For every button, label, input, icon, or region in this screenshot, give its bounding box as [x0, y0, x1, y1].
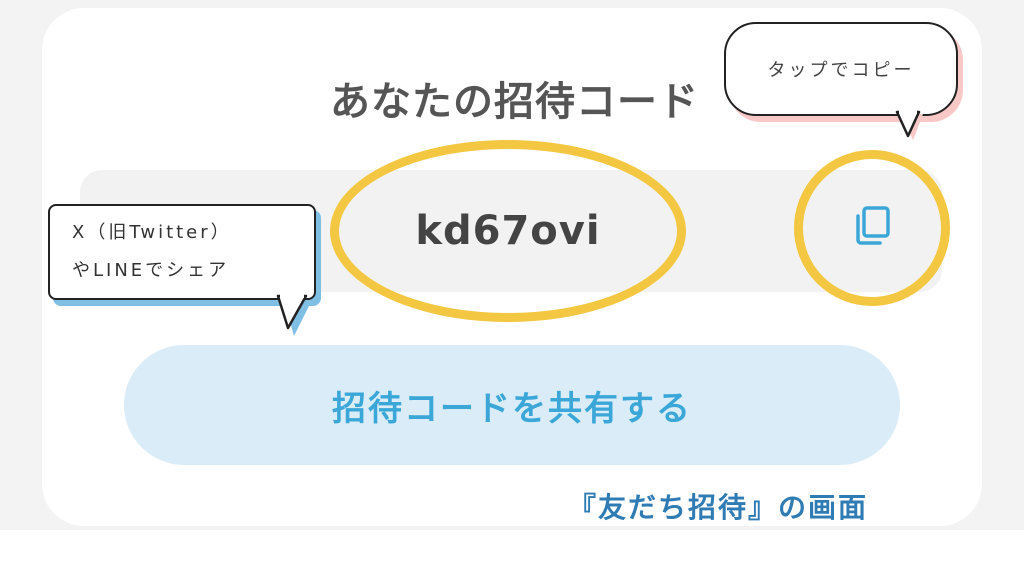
copy-callout-tail	[895, 109, 923, 140]
share-invite-code-button[interactable]: 招待コードを共有する	[124, 345, 900, 465]
share-callout-line1: X（旧Twitter）	[72, 222, 232, 243]
copy-button[interactable]	[794, 150, 950, 306]
page-title: あなたの招待コード	[330, 79, 699, 125]
share-callout-bubble: X（旧Twitter） やLINEでシェア	[48, 204, 316, 300]
copy-icon	[849, 203, 895, 253]
screen-caption: 『友だち招待』の画面	[568, 491, 869, 524]
share-callout-tail	[276, 293, 312, 336]
invite-code-value: kd67ovi	[415, 208, 601, 254]
copy-callout-bubble: タップでコピー	[724, 22, 958, 116]
share-callout-line2: やLINEでシェア	[72, 260, 230, 281]
copy-callout-text: タップでコピー	[767, 60, 915, 81]
